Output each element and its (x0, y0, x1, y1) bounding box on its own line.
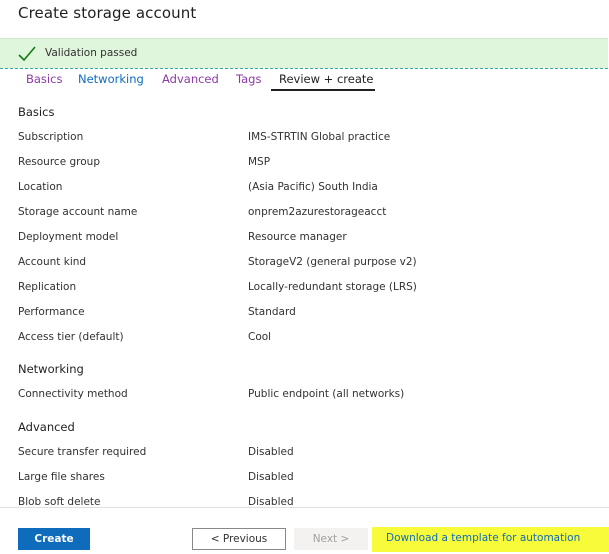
section-title-advanced: Advanced (18, 420, 75, 434)
row-label-large-file-shares: Large file shares (18, 471, 105, 483)
row-value-account-kind: StorageV2 (general purpose v2) (248, 256, 417, 268)
next-button[interactable]: Next > (294, 528, 368, 550)
tab-advanced[interactable]: Advanced (162, 72, 219, 86)
row-label-subscription: Subscription (18, 131, 84, 143)
page-title: Create storage account (18, 4, 197, 22)
row-value-location: (Asia Pacific) South India (248, 181, 378, 193)
row-value-subscription: IMS-STRTIN Global practice (248, 131, 391, 143)
tab-networking[interactable]: Networking (78, 72, 144, 86)
download-template-link[interactable]: Download a template for automation (386, 532, 580, 544)
row-value-replication: Locally-redundant storage (LRS) (248, 281, 417, 293)
row-label-account-kind: Account kind (18, 256, 87, 268)
tab-basics[interactable]: Basics (26, 72, 62, 86)
active-tab-indicator (271, 89, 375, 91)
row-value-secure-transfer: Disabled (248, 446, 294, 458)
row-label-deployment-model: Deployment model (18, 231, 119, 243)
previous-button[interactable]: < Previous (192, 528, 286, 550)
tab-tags[interactable]: Tags (236, 72, 261, 86)
row-value-resource-group: MSP (248, 156, 271, 168)
row-label-connectivity-method: Connectivity method (18, 388, 128, 400)
footer-divider (0, 507, 609, 508)
row-value-performance: Standard (248, 306, 296, 318)
section-title-basics: Basics (18, 105, 55, 119)
row-label-replication: Replication (18, 281, 77, 293)
row-label-performance: Performance (18, 306, 85, 318)
checkmark-icon (18, 46, 36, 62)
tab-review-create[interactable]: Review + create (279, 72, 373, 86)
row-label-access-tier: Access tier (default) (18, 331, 124, 343)
tab-bar: Basics Networking Advanced Tags Review +… (0, 70, 609, 92)
row-value-large-file-shares: Disabled (248, 471, 294, 483)
create-button[interactable]: Create (18, 528, 90, 550)
validation-banner: Validation passed (0, 38, 608, 69)
section-title-networking: Networking (18, 362, 84, 376)
row-label-resource-group: Resource group (18, 156, 100, 168)
row-value-access-tier: Cool (248, 331, 272, 343)
row-value-connectivity-method: Public endpoint (all networks) (248, 388, 405, 400)
row-label-location: Location (18, 181, 63, 193)
row-value-deployment-model: Resource manager (248, 231, 347, 243)
validation-message: Validation passed (45, 47, 138, 59)
row-label-storage-account-name: Storage account name (18, 206, 138, 218)
row-value-storage-account-name: onprem2azurestorageacct (248, 206, 387, 218)
row-label-secure-transfer: Secure transfer required (18, 446, 147, 458)
